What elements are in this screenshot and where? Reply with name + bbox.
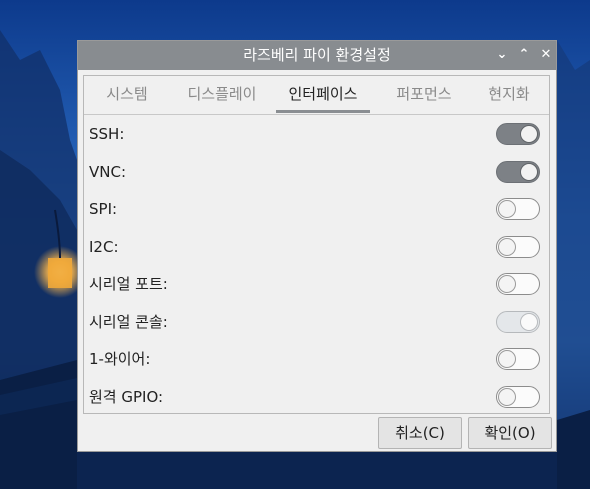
toggle-knob <box>498 200 516 218</box>
tab-system[interactable]: 시스템 <box>84 76 170 112</box>
tab-display[interactable]: 디스플레이 <box>172 76 272 112</box>
ok-button[interactable]: 확인(O) <box>468 417 552 449</box>
interface-row-remote-gpio: 원격 GPIO: <box>89 379 544 415</box>
interface-label-vnc: VNC: <box>89 162 127 181</box>
interface-row-serial-console: 시리얼 콘솔: <box>89 304 544 340</box>
window-titlebar[interactable]: 라즈베리 파이 환경설정 ⌄ ⌃ ✕ <box>78 41 556 70</box>
cancel-button[interactable]: 취소(C) <box>378 417 462 449</box>
minimize-button[interactable]: ⌄ <box>494 47 510 63</box>
tab-localisation[interactable]: 현지화 <box>476 76 542 112</box>
interface-row-spi: SPI: <box>89 191 544 227</box>
toggle-knob <box>498 237 516 256</box>
interface-row-i2c: I2C: <box>89 229 544 265</box>
interface-row-serial-port: 시리얼 포트: <box>89 266 544 302</box>
interface-label-serial-port: 시리얼 포트: <box>89 275 168 293</box>
close-button[interactable]: ✕ <box>538 47 554 63</box>
toggle-knob <box>498 387 516 406</box>
serial-console-toggle <box>496 310 540 333</box>
preferences-window: 라즈베리 파이 환경설정 ⌄ ⌃ ✕ 시스템 디스플레이 인터페이스 퍼포먼스 … <box>77 40 557 452</box>
interface-label-remote-gpio: 원격 GPIO: <box>89 387 164 406</box>
interface-label-serial-console: 시리얼 콘솔: <box>89 312 168 331</box>
interface-label-one-wire: 1-와이어: <box>89 350 151 368</box>
window-title: 라즈베리 파이 환경설정 <box>243 46 391 64</box>
toggle-knob <box>498 350 516 368</box>
interface-label-spi: SPI: <box>89 200 118 218</box>
remote-gpio-toggle[interactable] <box>496 385 540 408</box>
spi-toggle[interactable] <box>496 198 540 220</box>
one-wire-toggle[interactable] <box>496 348 540 370</box>
active-tab-indicator <box>276 110 370 113</box>
interface-row-vnc: VNC: <box>89 154 544 190</box>
interface-row-ssh: SSH: <box>89 116 544 152</box>
toggle-knob <box>520 125 538 143</box>
tab-bar: 시스템 디스플레이 인터페이스 퍼포먼스 현지화 <box>84 76 549 115</box>
i2c-toggle[interactable] <box>496 235 540 258</box>
maximize-button[interactable]: ⌃ <box>516 47 532 63</box>
interface-label-ssh: SSH: <box>89 125 125 143</box>
toggle-knob <box>520 162 538 181</box>
toggle-knob <box>498 275 516 293</box>
tab-interfaces[interactable]: 인터페이스 <box>276 76 370 112</box>
serial-port-toggle[interactable] <box>496 273 540 295</box>
vnc-toggle[interactable] <box>496 160 540 183</box>
settings-panel: 시스템 디스플레이 인터페이스 퍼포먼스 현지화 SSH: VNC: SPI: I2C… <box>83 75 550 414</box>
interface-label-i2c: I2C: <box>89 237 119 256</box>
interface-row-one-wire: 1-와이어: <box>89 341 544 377</box>
ssh-toggle[interactable] <box>496 123 540 145</box>
toggle-knob <box>520 312 538 331</box>
tab-performance[interactable]: 퍼포먼스 <box>382 76 466 112</box>
